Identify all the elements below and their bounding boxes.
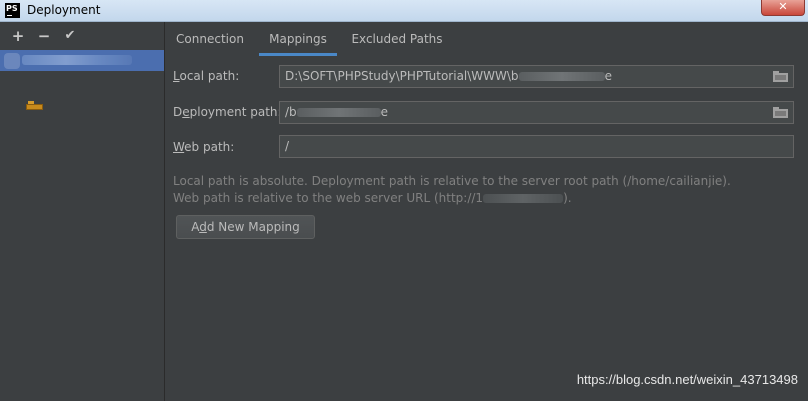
redacted-text — [483, 194, 564, 203]
deployment-path-value: /b — [285, 105, 297, 119]
local-path-value: D:\SOFT\PHPStudy\PHPTutorial\WWW\b — [285, 69, 519, 83]
local-path-field[interactable]: D:\SOFT\PHPStudy\PHPTutorial\WWW\b e — [279, 65, 794, 88]
web-path-field[interactable]: / — [279, 135, 794, 158]
folder-icon[interactable] — [773, 107, 788, 118]
path-hint-line-1: Local path is absolute. Deployment path … — [173, 174, 731, 188]
server-settings-panel: Connection Mappings Excluded Paths Local… — [165, 22, 808, 401]
add-new-mapping-button[interactable]: Add New Mapping — [176, 215, 315, 239]
redacted-server-name — [22, 55, 132, 65]
local-path-label: Local path: — [173, 69, 240, 83]
remove-server-button[interactable]: − — [36, 27, 52, 45]
tab-mappings[interactable]: Mappings — [259, 22, 337, 56]
window-title-bar: PS Deployment ✕ — [0, 0, 808, 22]
server-list — [0, 50, 164, 71]
server-default-icon — [4, 53, 20, 69]
deployment-path-field[interactable]: /b e — [279, 101, 794, 124]
apply-button[interactable]: ✔ — [62, 27, 78, 45]
plus-icon: + — [11, 27, 25, 45]
folder-icon[interactable] — [773, 71, 788, 82]
redacted-text — [296, 108, 381, 117]
checkmark-icon: ✔ — [64, 28, 76, 43]
web-path-value: / — [285, 139, 290, 153]
deployment-path-value-tail: e — [380, 105, 389, 119]
path-hint-line-2: Web path is relative to the web server U… — [173, 191, 572, 205]
minus-icon: − — [37, 27, 51, 45]
server-list-item-selected[interactable] — [0, 50, 164, 71]
sftp-server-icon — [26, 101, 44, 111]
server-list-panel: + − ✔ — [0, 22, 165, 401]
settings-tabs: Connection Mappings Excluded Paths — [165, 22, 808, 56]
tab-connection[interactable]: Connection — [169, 22, 251, 56]
deployment-path-label: Deployment path: — [173, 105, 282, 119]
phpstorm-app-icon: PS — [5, 3, 20, 18]
close-button[interactable]: ✕ — [761, 0, 805, 16]
app-icon-label: PS — [6, 4, 18, 13]
redacted-text — [518, 72, 605, 81]
window-title: Deployment — [27, 3, 101, 17]
add-server-button[interactable]: + — [10, 27, 26, 45]
local-path-value-tail: e — [604, 69, 612, 83]
server-list-toolbar: + − ✔ — [0, 22, 164, 50]
watermark: https://blog.csdn.net/weixin_43713498 — [576, 372, 798, 387]
web-path-label: Web path: — [173, 140, 235, 154]
close-icon: ✕ — [778, 0, 788, 13]
tab-excluded-paths[interactable]: Excluded Paths — [345, 22, 449, 56]
